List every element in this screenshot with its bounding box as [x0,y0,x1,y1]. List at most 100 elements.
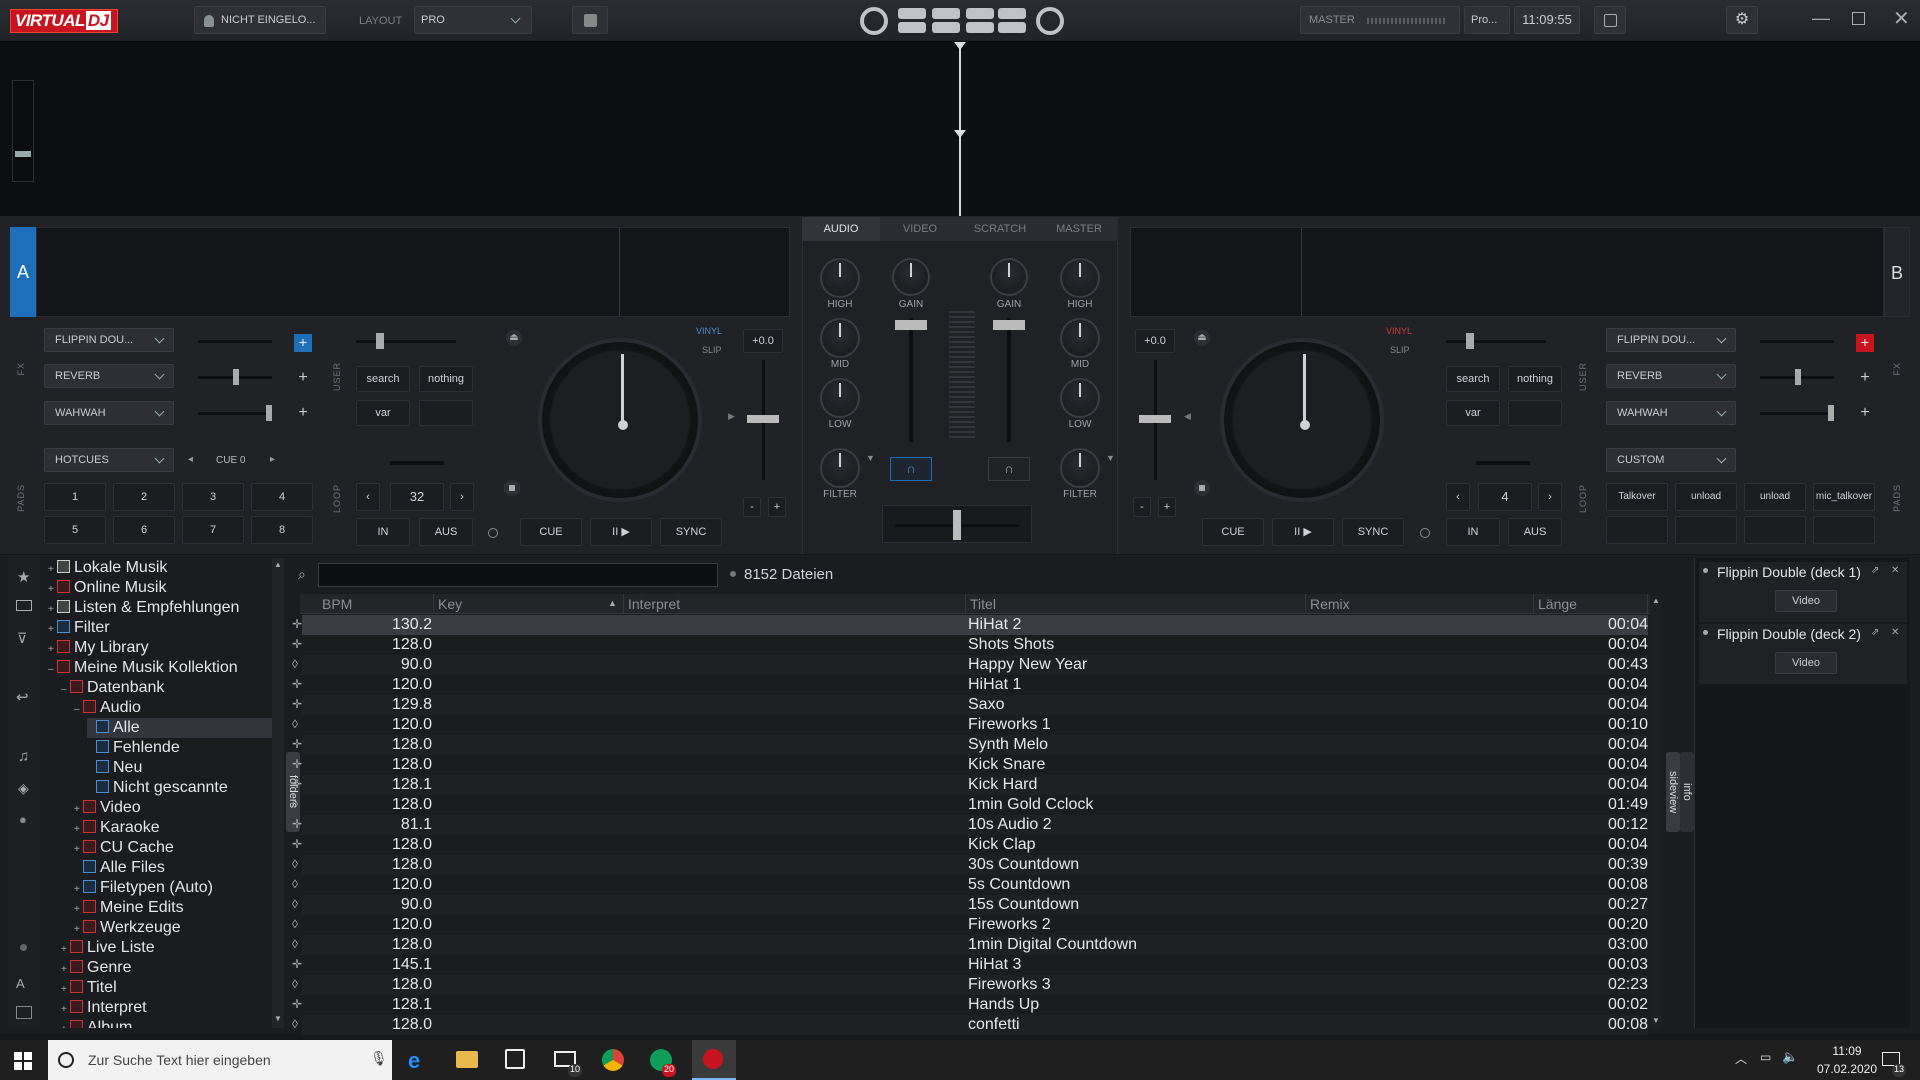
deck-a-pad-7[interactable]: 7 [182,516,244,544]
table-row[interactable]: ✛ 128.0 Kick Snare 00:04 [292,755,1648,775]
deck-b-mid-knob[interactable] [1060,318,1100,358]
deck-a-jog-wheel[interactable] [538,338,702,502]
deck-a-fx3-select[interactable]: WAHWAH [44,401,174,425]
deck-b-loop-double[interactable]: › [1538,483,1562,511]
settings-button[interactable]: ⚙ [1726,6,1758,34]
deck-b-pad-3[interactable]: unload [1744,483,1806,511]
tree-item[interactable]: + Filetypen (Auto) [74,878,213,898]
music-note-icon[interactable]: ♫ [18,748,29,765]
deck-a-loop-double[interactable]: › [450,483,474,511]
deck-a-key-icon[interactable] [488,528,498,538]
deck-b-sync-button[interactable]: SYNC [1342,518,1404,546]
deck-b-fx1-slider[interactable] [1760,340,1834,343]
deck-b-headphone-button[interactable]: ∩ [988,457,1030,481]
tree-item[interactable]: + Online Musik [48,578,166,598]
tree-item[interactable]: – Datenbank [61,678,164,698]
deck-b-user-btn-2[interactable]: nothing [1508,366,1562,392]
deck-b-user-btn-4[interactable] [1508,400,1562,426]
minimize-icon[interactable]: — [1812,8,1830,29]
deck-b-indicator[interactable]: B [1884,227,1910,317]
deck-b-gain-knob[interactable] [990,258,1028,296]
video-icon[interactable]: ◈ [18,780,29,797]
tab-video[interactable]: VIDEO [880,217,960,241]
expand-icon[interactable]: + [61,980,70,1000]
tree-item[interactable]: + Live Liste [61,938,155,958]
deck-a-user-btn-4[interactable] [419,400,473,426]
expand-icon[interactable]: + [61,1020,70,1028]
deck-b-vinyl-button[interactable]: VINYL [1386,326,1412,336]
table-row[interactable]: ◊ 120.0 Fireworks 1 00:10 [292,715,1648,735]
scroll-up-icon[interactable]: ▲ [274,560,282,569]
expand-icon[interactable]: + [74,880,83,900]
table-row[interactable]: ✛ 120.0 HiHat 1 00:04 [292,675,1648,695]
deck-a-fx2-select[interactable]: REVERB [44,364,174,388]
edge-icon[interactable]: e [408,1048,420,1074]
expand-icon[interactable]: + [61,1000,70,1020]
deck-a-sync-button[interactable]: SYNC [660,518,722,546]
scroll-up-icon[interactable]: ▲ [1652,596,1660,605]
table-row[interactable]: ✛ 128.0 Kick Clap 00:04 [292,835,1648,855]
deck-b-fx2-slider[interactable] [1760,369,1834,385]
network-icon[interactable]: ▭ [1760,1050,1771,1064]
taskbar-date[interactable]: 07.02.2020 [1815,1062,1879,1076]
expand-icon[interactable]: + [74,920,83,940]
column-artist[interactable]: Interpret [624,594,966,614]
deck-b-high-knob[interactable] [1060,258,1100,298]
column-key[interactable]: Key [434,594,624,614]
tree-item[interactable]: + Werkzeuge [74,918,181,938]
table-row[interactable]: ◊ 90.0 Happy New Year 00:43 [292,655,1648,675]
expand-icon[interactable]: + [48,640,57,660]
column-length[interactable]: Länge [1534,594,1648,614]
deck-a-fx2-add[interactable]: + [294,369,312,387]
tree-item[interactable]: + Interpret [61,998,147,1018]
deck-a-play-button[interactable]: II ▶ [590,518,652,546]
master-volume[interactable]: MASTER [1300,6,1460,34]
tree-item[interactable]: Alle [87,718,272,738]
expand-icon[interactable]: + [61,940,70,960]
table-row[interactable]: ◊ 128.0 1min Gold Cclock 01:49 [292,795,1648,815]
tree-item[interactable]: – Audio [74,698,141,718]
crossfader[interactable] [882,505,1032,543]
expand-icon[interactable]: + [74,900,83,920]
layout-bar-icon[interactable] [998,22,1026,33]
tree-item[interactable]: + Listen & Empfehlungen [48,598,239,618]
deck-a-pad-2[interactable]: 2 [113,483,175,511]
deck-a-low-knob[interactable] [820,378,860,418]
text-size-icon[interactable]: A [16,976,25,991]
deck-b-fx2-select[interactable]: REVERB [1606,364,1736,388]
eject-icon[interactable]: ⏏ [506,330,522,346]
layout-bar-icon[interactable] [966,22,994,33]
expand-icon[interactable]: + [74,800,83,820]
deck-a-user-btn-3[interactable]: var [356,400,410,426]
deck-b-fx1-add[interactable]: + [1856,334,1874,352]
deck-a-mid-knob[interactable] [820,318,860,358]
deck-a-vinyl-button[interactable]: VINYL [696,326,722,336]
deck-a-headphone-button[interactable]: ∩ [890,457,932,481]
deck-a-fx3-slider[interactable] [198,405,272,421]
deck-a-user-btn-1[interactable]: search [356,366,410,392]
collapse-icon[interactable]: – [61,680,70,700]
window-icon[interactable] [16,1006,32,1019]
package-button[interactable] [572,6,608,34]
column-bpm[interactable]: BPM [318,594,434,614]
table-row[interactable]: ✛ 128.1 Kick Hard 00:04 [292,775,1648,795]
table-row[interactable]: ◊ 128.0 1min Digital Countdown 03:00 [292,935,1648,955]
table-row[interactable]: ✛ 81.1 10s Audio 2 00:12 [292,815,1648,835]
layout-bar-icon[interactable] [898,22,926,33]
deck-b-volume-fader[interactable] [993,318,1025,442]
table-row[interactable]: ✛ 129.8 Saxo 00:04 [292,695,1648,715]
deck-b-fx3-slider[interactable] [1760,405,1834,421]
chevron-up-icon[interactable]: ︿ [1735,1050,1747,1067]
deck-b-loop-in[interactable]: IN [1446,518,1500,546]
deck-b-loop-length[interactable]: 4 [1478,483,1532,511]
tree-item[interactable]: + My Library [48,638,149,658]
deck-b-fx2-add[interactable]: + [1856,369,1874,387]
table-row[interactable]: ✛ 130.2 HiHat 2 00:04 [292,615,1648,635]
deck-a-high-knob[interactable] [820,258,860,298]
deck-b-user-btn-1[interactable]: search [1446,366,1500,392]
table-row[interactable]: ◊ 128.0 30s Countdown 00:39 [292,855,1648,875]
deck-a-waveform[interactable] [36,227,790,317]
pin-icon[interactable]: ⇗ [1871,627,1879,638]
tree-item[interactable]: Fehlende [87,738,180,758]
volume-icon[interactable]: 🔈 [1782,1049,1798,1065]
